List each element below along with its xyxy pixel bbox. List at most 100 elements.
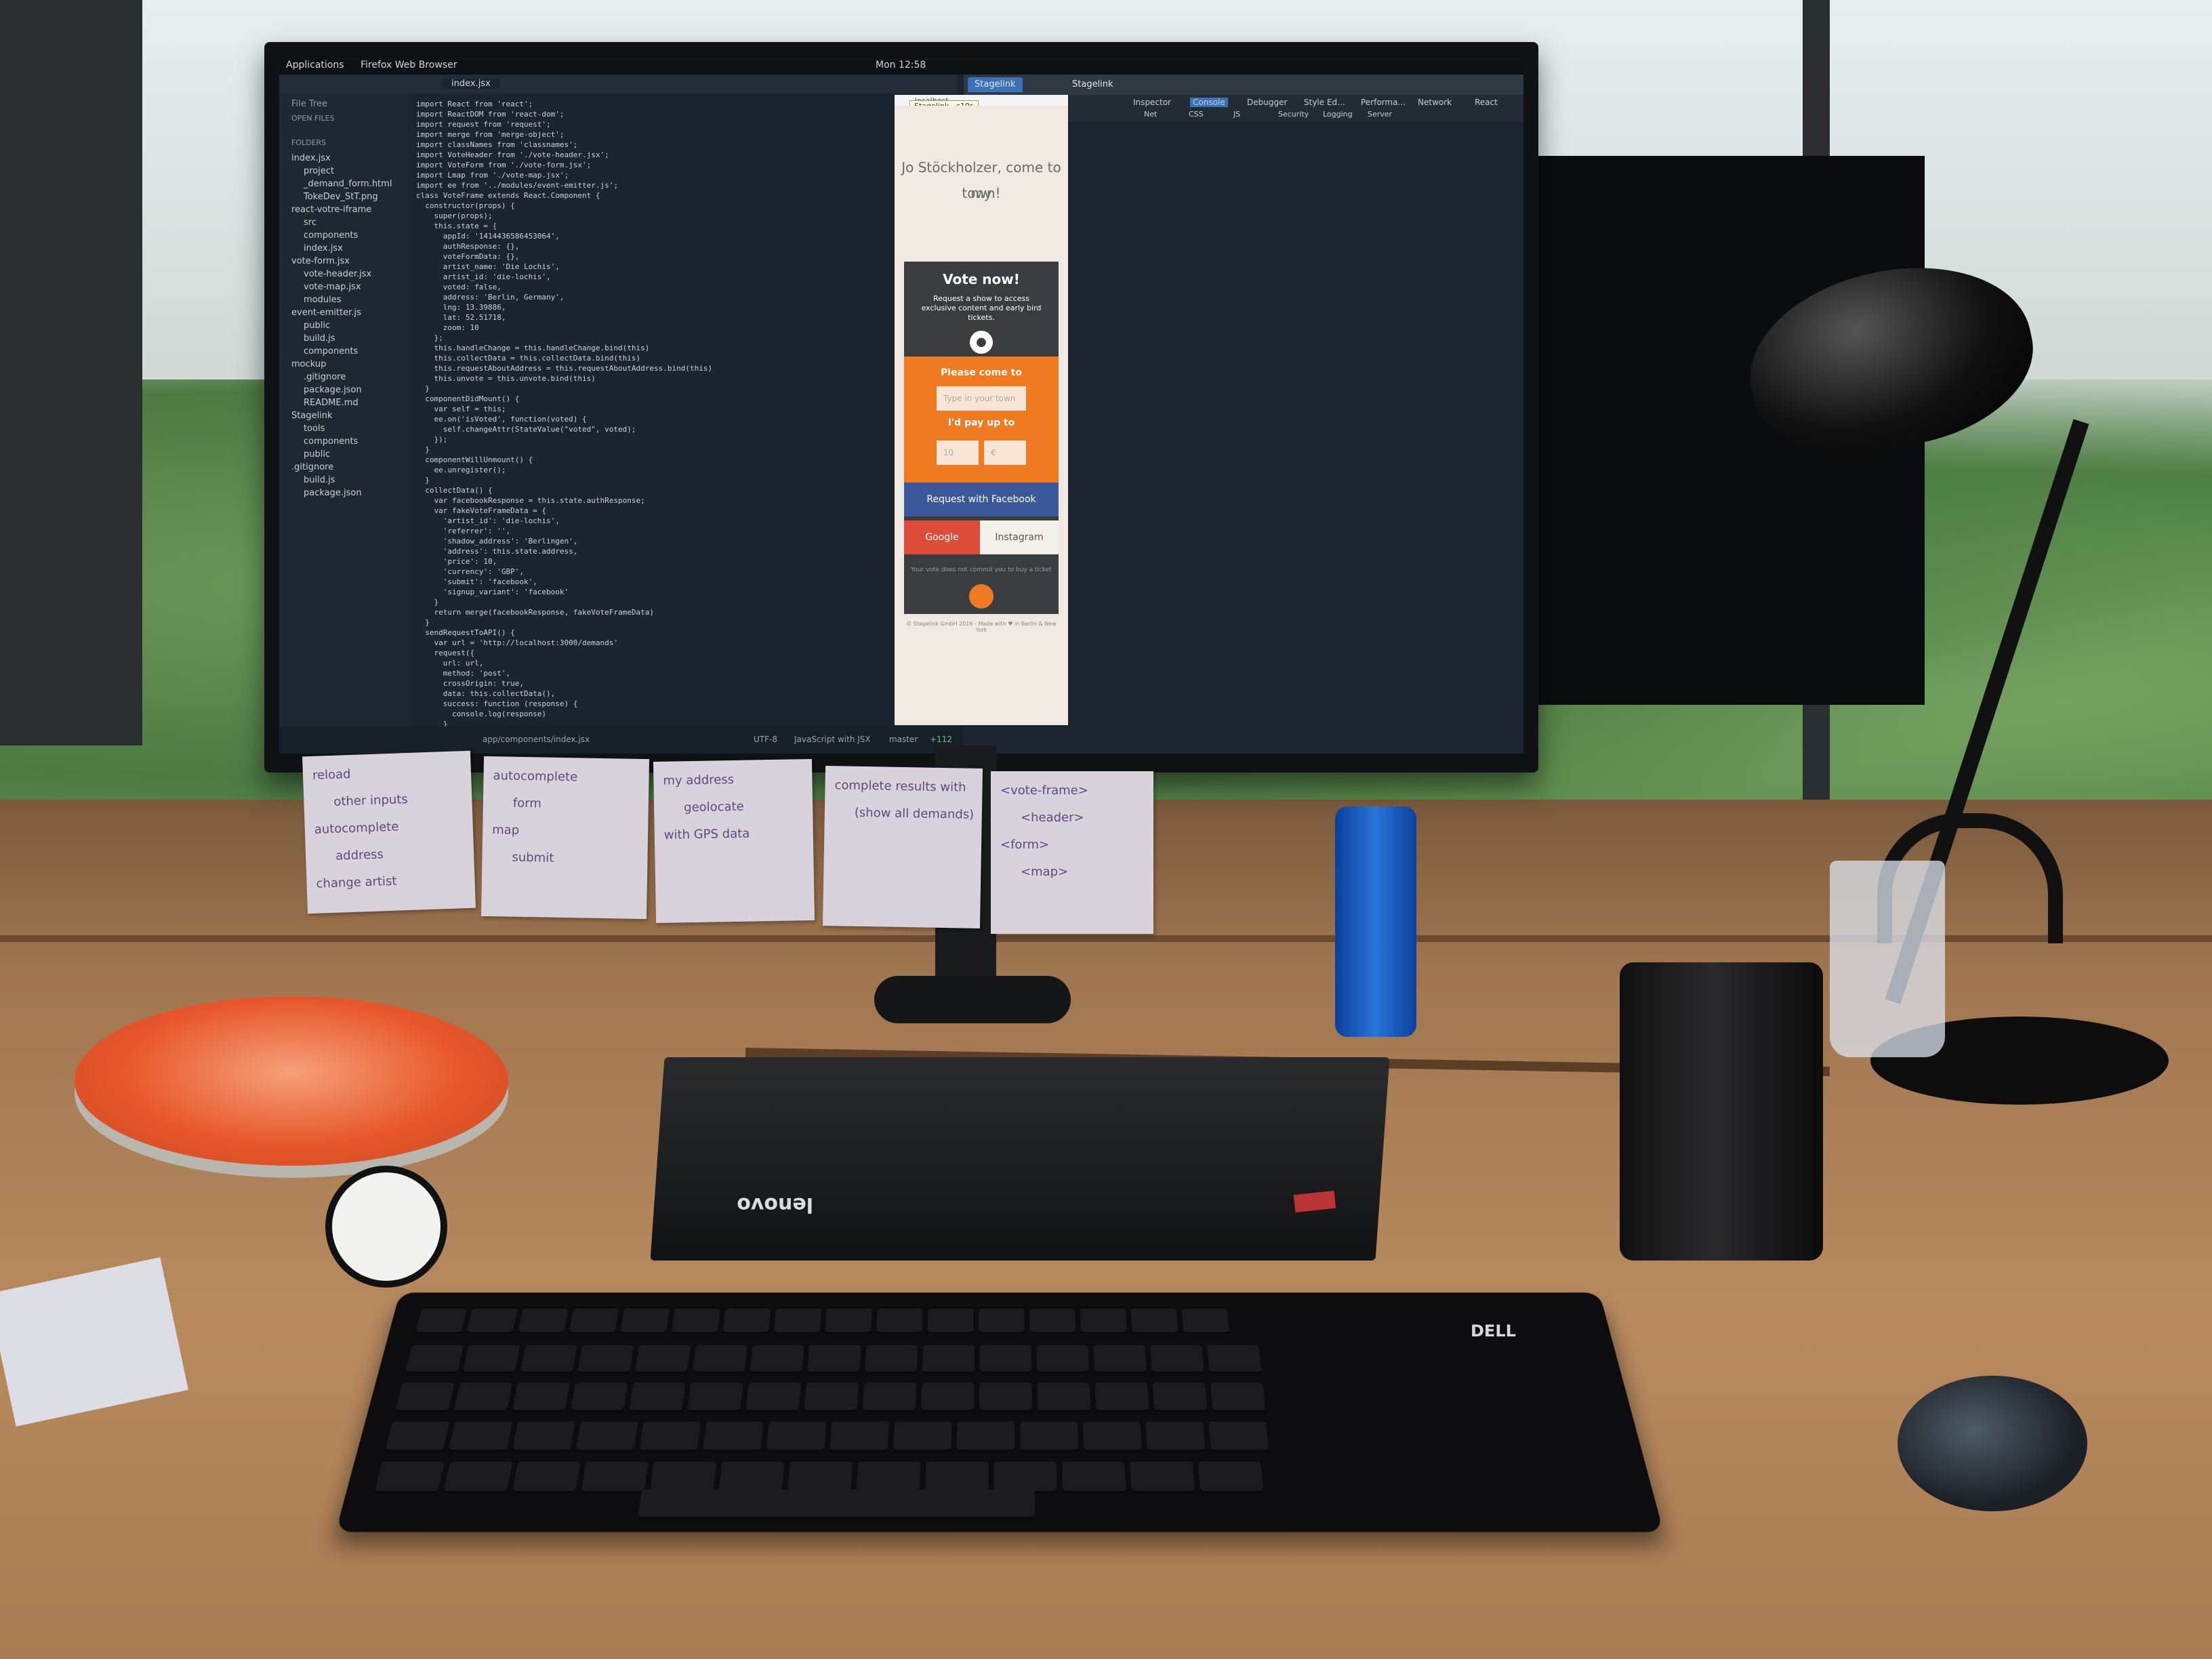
keyboard-key [1029, 1309, 1076, 1334]
applications-menu[interactable]: Applications [286, 60, 344, 70]
keyboard-brand-logo: DELL [1471, 1322, 1516, 1340]
code-line: import ReactDOM from 'react-dom'; [416, 110, 565, 119]
file-tree-item[interactable]: package.json [304, 488, 362, 498]
code-line: import ee from '../modules/event-emitter… [416, 181, 619, 190]
keyboard-key [634, 1345, 691, 1374]
file-tree-item[interactable]: .gitignore [304, 372, 346, 382]
browser-tab[interactable]: Stagelink [1065, 77, 1120, 92]
editor-tab[interactable]: index.jsx [442, 79, 500, 89]
browser-tab-active[interactable]: Stagelink [968, 77, 1023, 92]
status-encoding: UTF-8 [754, 735, 777, 744]
file-tree-item[interactable]: _demand_form.html [304, 179, 392, 189]
code-line: this.handleChange = this.handleChange.bi… [416, 344, 650, 352]
file-tree-item[interactable]: index.jsx [304, 243, 343, 253]
pay-amount-value: 10 [943, 448, 954, 457]
keyboard-key [1210, 1382, 1267, 1413]
status-file: app/components/index.jsx [483, 735, 590, 744]
sticky-note-text: my address [663, 772, 735, 788]
file-tree-item[interactable]: src [304, 218, 316, 228]
file-tree-item[interactable]: package.json [304, 385, 362, 395]
pay-amount-input[interactable]: 10 [937, 441, 979, 465]
file-tree-item[interactable]: .gitignore [291, 462, 333, 472]
keyboard-key [619, 1309, 670, 1334]
stagelink-logo-icon [969, 584, 994, 609]
file-tree-item[interactable]: react-votre-iframe [291, 205, 371, 215]
keyboard-key [1152, 1382, 1208, 1413]
code-line: authResponse: {}, [416, 242, 520, 251]
google-button[interactable]: Google [904, 520, 980, 554]
devtools-filter[interactable]: Server [1368, 110, 1392, 119]
devtools-tab[interactable]: React [1475, 98, 1498, 107]
keyboard-key [806, 1345, 861, 1374]
keyboard-key [462, 1345, 520, 1374]
code-line: lng: 13.39886, [416, 303, 506, 312]
keyboard-key [638, 1421, 701, 1453]
file-tree-item[interactable]: vote-header.jsx [304, 269, 371, 279]
code-line: constructor(props) { [416, 201, 515, 210]
file-tree-item[interactable]: project [304, 166, 334, 176]
status-branch: master [889, 735, 918, 744]
instagram-button[interactable]: Instagram [980, 520, 1059, 554]
devtools-filter[interactable]: JS [1233, 110, 1240, 119]
code-line: this.unvote = this.unvote.bind(this) [416, 374, 596, 383]
file-tree-item[interactable]: index.jsx [291, 153, 331, 163]
system-topbar: Applications Firefox Web Browser Mon 12:… [279, 56, 1523, 75]
devtools-filter[interactable]: Net [1144, 110, 1157, 119]
file-tree-item[interactable]: README.md [304, 398, 359, 408]
code-line: return merge(facebookResponse, fakeVoteF… [416, 608, 654, 617]
devtools-filter[interactable]: CSS [1189, 110, 1204, 119]
file-tree-item[interactable]: tools [304, 424, 325, 434]
keyboard-key [512, 1421, 575, 1453]
code-line: 'artist_id': 'die-lochis', [416, 516, 560, 525]
code-line: artist_id: 'die-lochis', [416, 272, 551, 281]
keyboard-key [1020, 1421, 1079, 1453]
file-tree-item[interactable]: public [304, 449, 330, 459]
file-tree-item[interactable]: TokeDev_StT.png [304, 192, 378, 202]
facebook-button[interactable]: Request with Facebook [904, 483, 1059, 516]
keyboard-key [1130, 1309, 1179, 1334]
code-line: import VoteForm from './vote-form.jsx'; [416, 161, 592, 169]
file-tree-item[interactable]: vote-form.jsx [291, 256, 350, 266]
file-tree-item[interactable]: components [304, 346, 358, 356]
file-tree: File Tree OPEN FILES FOLDERS index.jsx pr… [279, 94, 408, 726]
code-line: sendRequestToAPI() { [416, 628, 515, 637]
file-tree-item[interactable]: public [304, 321, 330, 331]
code-line: 'signup_variant': 'facebook' [416, 588, 569, 596]
keyboard-key [920, 1382, 975, 1413]
code-line: import classNames from 'classnames'; [416, 140, 578, 149]
code-line: componentWillUnmount() { [416, 455, 533, 464]
devtools-tab[interactable]: Debugger [1247, 98, 1287, 107]
file-tree-item[interactable]: Stagelink [291, 411, 333, 421]
code-line: var facebookResponse = this.state.authRe… [416, 496, 645, 505]
devtools-tab[interactable]: Network [1418, 98, 1452, 107]
sticky-note-text: other inputs [333, 792, 409, 809]
file-tree-item[interactable]: build.js [304, 333, 335, 344]
keyboard-key [864, 1345, 918, 1374]
sticky-note-text: reload [312, 766, 351, 783]
code-line: } [416, 476, 430, 485]
devtools-tab[interactable]: Inspector [1133, 98, 1171, 107]
keyboard-key [979, 1345, 1032, 1374]
file-tree-item[interactable]: components [304, 436, 358, 447]
code-editor[interactable]: import React from 'react'; import ReactDO… [408, 94, 962, 754]
file-tree-item[interactable]: build.js [304, 475, 335, 485]
keyboard-key [692, 1345, 747, 1374]
devtools-filter[interactable]: Logging [1323, 110, 1353, 119]
file-tree-item[interactable]: mockup [291, 359, 326, 369]
currency-select[interactable]: € [984, 441, 1026, 465]
keyboard-key [745, 1382, 801, 1413]
devtools-tab[interactable]: Style Ed... [1304, 98, 1345, 107]
devtools-filter[interactable]: Security [1278, 110, 1309, 119]
keyboard-key [1208, 1421, 1269, 1453]
pay-label: I'd pay up to [947, 417, 1015, 428]
file-tree-item[interactable]: vote-map.jsx [304, 282, 361, 292]
keyboard-key [722, 1309, 771, 1334]
town-input[interactable]: Type in your town [937, 386, 1026, 411]
file-tree-item[interactable]: components [304, 230, 358, 241]
code-line: artist_name: 'Die Lochis', [416, 262, 560, 271]
file-tree-item[interactable]: event-emitter.js [291, 308, 361, 318]
devtools-tab[interactable]: Console [1190, 98, 1228, 107]
file-tree-item[interactable]: modules [304, 295, 342, 305]
devtools-tab[interactable]: Performa... [1361, 98, 1406, 107]
devtools-console[interactable] [1068, 122, 1523, 726]
